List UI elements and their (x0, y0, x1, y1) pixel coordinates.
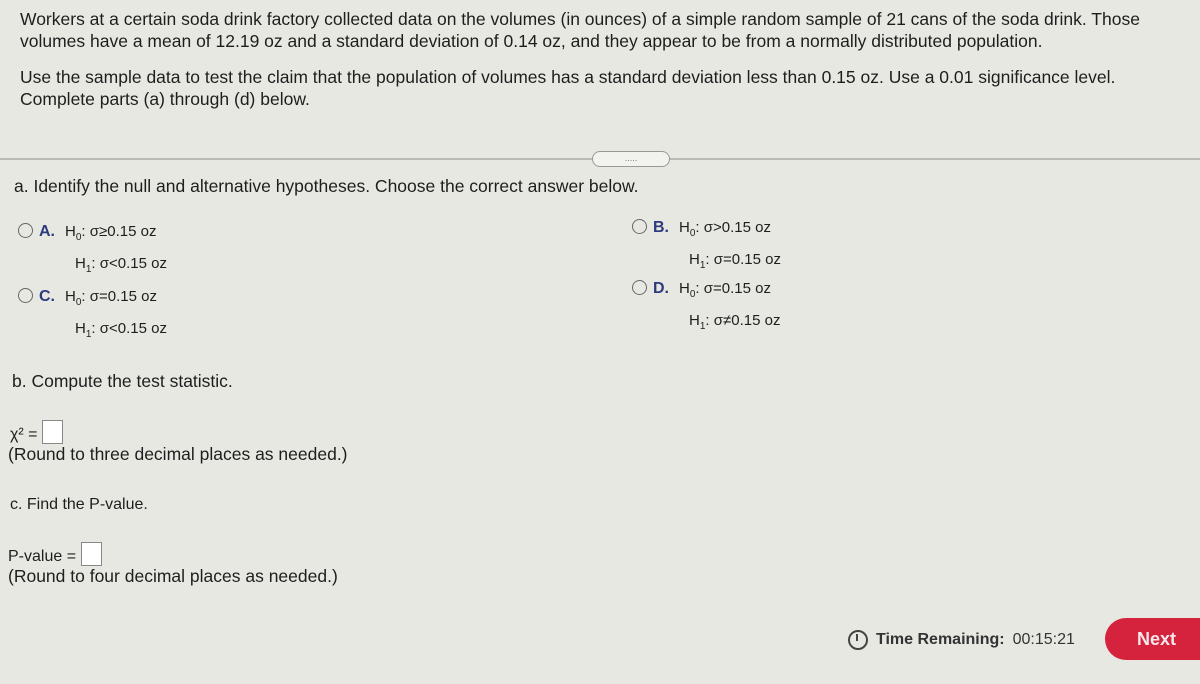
part-b-prompt: b. Compute the test statistic. (12, 371, 233, 391)
option-a[interactable]: A. H0: σ≥0.15 oz H1: σ<0.15 oz (18, 219, 167, 283)
radio-button[interactable] (632, 219, 647, 234)
question-paragraph-2: Use the sample data to test the claim th… (20, 67, 1116, 109)
question-text: Workers at a certain soda drink factory … (20, 8, 1190, 124)
radio-button[interactable] (18, 288, 33, 303)
time-label: Time Remaining: (876, 631, 1005, 648)
radio-button[interactable] (632, 280, 647, 295)
option-b[interactable]: B. H0: σ>0.15 oz H1: σ=0.15 oz (632, 215, 781, 279)
option-c[interactable]: C. H0: σ=0.15 oz H1: σ<0.15 oz (18, 284, 167, 348)
p-value-input[interactable] (80, 542, 102, 566)
option-d[interactable]: D. H0: σ=0.15 oz H1: σ≠0.15 oz (632, 276, 780, 340)
question-paragraph-1: Workers at a certain soda drink factory … (20, 9, 1140, 51)
part-c-prompt: c. Find the P-value. (10, 496, 148, 513)
radio-button[interactable] (18, 223, 33, 238)
expand-button[interactable]: ..... (592, 151, 670, 167)
chi-square-label: χ² = (10, 426, 38, 443)
part-b-note: (Round to three decimal places as needed… (8, 444, 348, 464)
part-c-note: (Round to four decimal places as needed.… (8, 566, 338, 586)
part-a-prompt: a. Identify the null and alternative hyp… (14, 176, 639, 196)
p-value-label: P-value = (8, 548, 77, 565)
clock-icon (848, 630, 868, 650)
chi-square-input[interactable] (41, 420, 63, 444)
time-value: 00:15:21 (1012, 631, 1075, 648)
chi-square-row: χ² = (10, 420, 63, 444)
next-button[interactable]: Next (1105, 618, 1200, 660)
p-value-row: P-value = (8, 542, 102, 566)
time-remaining: Time Remaining: 00:15:21 (848, 630, 1075, 650)
